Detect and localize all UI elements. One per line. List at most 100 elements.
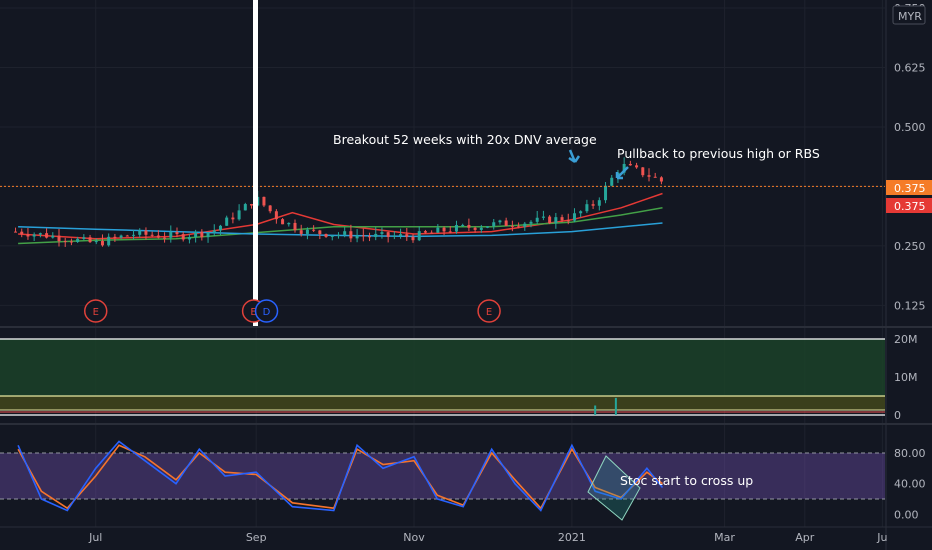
candle-body[interactable] xyxy=(69,241,73,243)
candle-body[interactable] xyxy=(156,235,160,238)
candle-body[interactable] xyxy=(318,230,322,235)
candle-body[interactable] xyxy=(132,234,136,236)
candle-body[interactable] xyxy=(454,225,458,232)
candle-body[interactable] xyxy=(504,220,508,226)
candle-body[interactable] xyxy=(299,230,303,234)
candle-body[interactable] xyxy=(113,236,117,238)
candle-body[interactable] xyxy=(529,221,533,224)
volume-bar[interactable] xyxy=(614,397,617,415)
candle-body[interactable] xyxy=(597,200,601,206)
volume-bar[interactable] xyxy=(594,405,597,416)
candle-body[interactable] xyxy=(330,235,334,237)
candle-body[interactable] xyxy=(336,234,340,236)
candle-body[interactable] xyxy=(579,211,583,214)
candle-body[interactable] xyxy=(243,204,247,211)
candle-body[interactable] xyxy=(517,226,521,228)
volume-panel[interactable] xyxy=(0,338,885,416)
candle-body[interactable] xyxy=(225,217,229,226)
candle-body[interactable] xyxy=(268,205,272,212)
candle-body[interactable] xyxy=(535,217,539,222)
candle-body[interactable] xyxy=(368,236,372,238)
candle-body[interactable] xyxy=(312,229,316,231)
candle-body[interactable] xyxy=(585,204,589,212)
candle-body[interactable] xyxy=(150,234,154,236)
candle-body[interactable] xyxy=(76,238,80,242)
candle-body[interactable] xyxy=(94,241,98,243)
candle-body[interactable] xyxy=(45,233,49,238)
candle-body[interactable] xyxy=(572,213,576,221)
candle-body[interactable] xyxy=(194,231,198,238)
candle-body[interactable] xyxy=(467,224,471,228)
candle-body[interactable] xyxy=(361,235,365,237)
candle-body[interactable] xyxy=(653,176,657,178)
candle-body[interactable] xyxy=(554,217,558,224)
candle-body[interactable] xyxy=(287,222,291,225)
candle-body[interactable] xyxy=(399,234,403,236)
candle-body[interactable] xyxy=(237,210,241,220)
candle-body[interactable] xyxy=(479,227,483,230)
candle-body[interactable] xyxy=(492,222,496,227)
candle-body[interactable] xyxy=(380,232,384,234)
candle-body[interactable] xyxy=(548,216,552,224)
candle-body[interactable] xyxy=(423,231,427,233)
candle-body[interactable] xyxy=(442,227,446,232)
candle-body[interactable] xyxy=(125,235,129,237)
candle-body[interactable] xyxy=(26,234,30,237)
candle-body[interactable] xyxy=(386,232,390,237)
candle-body[interactable] xyxy=(659,177,663,182)
candle-body[interactable] xyxy=(206,232,210,238)
candle-body[interactable] xyxy=(212,230,216,233)
candle-body[interactable] xyxy=(144,230,148,235)
candle-body[interactable] xyxy=(38,233,42,235)
candle-body[interactable] xyxy=(14,231,18,233)
candle-body[interactable] xyxy=(175,232,179,235)
candle-body[interactable] xyxy=(473,227,477,230)
candle-body[interactable] xyxy=(20,231,24,235)
candle-body[interactable] xyxy=(324,234,328,237)
candle-body[interactable] xyxy=(392,235,396,237)
candle-body[interactable] xyxy=(51,235,55,238)
candle-body[interactable] xyxy=(374,233,378,238)
candle-body[interactable] xyxy=(262,196,266,206)
candle-body[interactable] xyxy=(274,211,278,220)
candle-body[interactable] xyxy=(647,175,651,177)
candle-body[interactable] xyxy=(107,236,111,246)
currency-button[interactable]: MYR xyxy=(892,5,926,25)
candle-body[interactable] xyxy=(560,217,564,221)
candle-body[interactable] xyxy=(218,225,222,231)
candle-body[interactable] xyxy=(181,234,185,240)
candle-body[interactable] xyxy=(417,231,421,241)
candle-body[interactable] xyxy=(510,225,514,227)
candle-body[interactable] xyxy=(610,177,614,186)
candle-body[interactable] xyxy=(604,185,608,201)
candle-body[interactable] xyxy=(250,204,254,206)
candle-body[interactable] xyxy=(461,224,465,226)
candle-body[interactable] xyxy=(82,237,86,239)
candle-body[interactable] xyxy=(305,229,309,234)
candle-body[interactable] xyxy=(200,231,204,238)
candle-body[interactable] xyxy=(281,219,285,225)
candle-body[interactable] xyxy=(349,231,353,239)
candle-body[interactable] xyxy=(405,234,409,237)
candle-body[interactable] xyxy=(498,220,502,223)
candle-body[interactable] xyxy=(430,232,434,234)
candle-body[interactable] xyxy=(100,241,104,246)
candle-body[interactable] xyxy=(411,236,415,241)
candle-body[interactable] xyxy=(63,241,67,243)
candle-body[interactable] xyxy=(138,230,142,235)
candle-body[interactable] xyxy=(541,216,545,218)
candle-body[interactable] xyxy=(628,163,632,166)
candle-body[interactable] xyxy=(355,235,359,239)
candle-body[interactable] xyxy=(57,235,61,242)
candle-body[interactable] xyxy=(343,231,347,235)
candle-body[interactable] xyxy=(169,232,173,238)
candle-body[interactable] xyxy=(187,237,191,240)
candle-body[interactable] xyxy=(88,237,92,243)
candle-body[interactable] xyxy=(163,237,167,239)
candle-body[interactable] xyxy=(566,220,570,222)
candle-body[interactable] xyxy=(641,167,645,176)
candle-body[interactable] xyxy=(486,226,490,228)
candle-body[interactable] xyxy=(231,217,235,220)
candle-body[interactable] xyxy=(523,223,527,227)
candle-body[interactable] xyxy=(436,227,440,233)
